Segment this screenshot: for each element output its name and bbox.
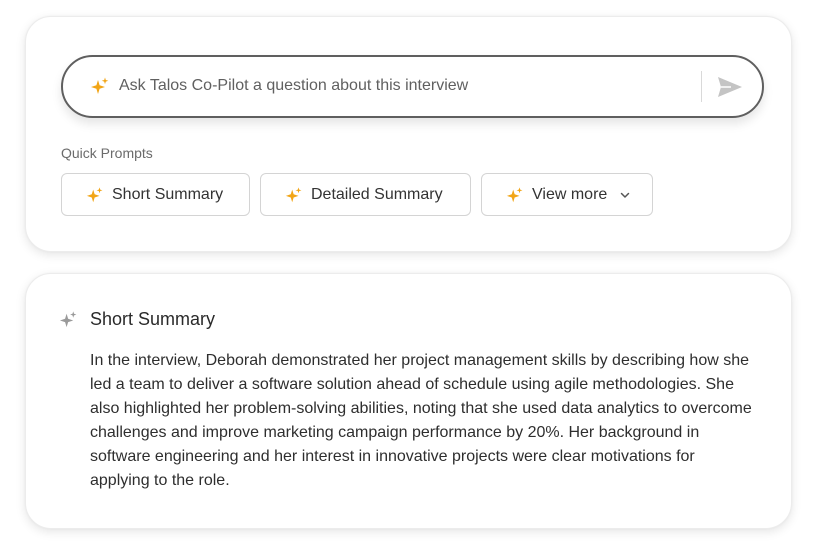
summary-title: Short Summary (90, 309, 216, 329)
summary-card: Short Summary In the interview, Deborah … (25, 273, 792, 529)
quick-prompt-detailed-summary[interactable]: Detailed Summary (260, 173, 471, 216)
sparkle-icon (59, 311, 77, 328)
sparkle-icon (91, 77, 109, 94)
chevron-down-icon (621, 192, 630, 198)
quick-prompt-short-summary[interactable]: Short Summary (61, 173, 250, 216)
ask-bar[interactable] (61, 55, 764, 118)
quick-prompt-view-more[interactable]: View more (481, 173, 653, 216)
sparkle-icon (506, 186, 523, 202)
send-icon (718, 77, 742, 97)
ask-divider (701, 71, 702, 102)
send-button[interactable] (713, 70, 747, 104)
chip-label: Short Summary (112, 185, 224, 203)
quick-prompts-label: Quick Prompts (61, 145, 153, 161)
chip-label: View more (532, 185, 608, 203)
sparkle-icon (285, 186, 302, 202)
summary-body: In the interview, Deborah demonstrated h… (90, 352, 752, 489)
chip-label: Detailed Summary (311, 185, 443, 203)
sparkle-icon (86, 186, 103, 202)
ask-input[interactable] (119, 71, 679, 101)
ask-copilot-card: Quick Prompts Short Summary Detailed Sum… (25, 16, 792, 252)
